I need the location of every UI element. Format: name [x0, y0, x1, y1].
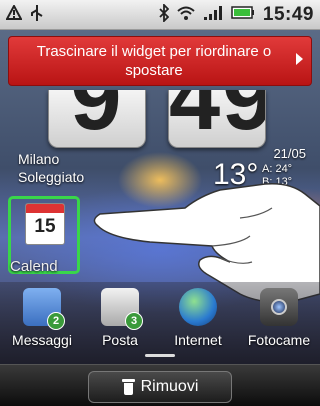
clock-hours: 9	[70, 90, 124, 148]
weather-condition: Soleggiato	[18, 169, 85, 185]
wifi-icon	[177, 5, 195, 25]
camera-icon	[260, 288, 298, 326]
weather-high: A: 24°	[262, 163, 293, 175]
bluetooth-icon	[159, 2, 170, 26]
mail-icon: 3	[101, 288, 143, 330]
weather-date: 21/05	[273, 146, 306, 161]
hint-banner: Trascinare il widget per riordinare o sp…	[8, 36, 312, 86]
bottom-bar: Rimuovi	[0, 364, 320, 406]
signal-icon	[203, 5, 223, 25]
app-fotocamera[interactable]: Fotocame	[238, 282, 320, 362]
remove-label: Rimuovi	[140, 378, 199, 395]
clock-time: 15:49	[262, 3, 314, 25]
calendar-icon: 15	[25, 203, 65, 245]
usb-icon	[30, 4, 44, 26]
calendar-label: Calend	[10, 258, 58, 275]
app-label: Posta	[102, 332, 138, 348]
calendar-day: 15	[34, 216, 56, 237]
battery-icon	[231, 6, 255, 23]
weather-location[interactable]: Milano Soleggiato	[18, 150, 84, 186]
app-internet[interactable]: Internet	[160, 282, 236, 362]
clock-minutes: 49	[169, 90, 266, 148]
flip-clock-widget[interactable]: 9 49	[48, 90, 278, 150]
arrow-right-icon	[296, 53, 303, 65]
app-label: Internet	[174, 332, 222, 348]
trash-icon	[121, 379, 135, 395]
globe-icon	[179, 288, 217, 326]
clock-hours-tile: 9	[48, 90, 146, 148]
mail-badge: 3	[125, 312, 143, 330]
app-posta[interactable]: 3 Posta	[82, 282, 158, 362]
remove-button[interactable]: Rimuovi	[88, 371, 232, 403]
hint-text: Trascinare il widget per riordinare o sp…	[36, 43, 272, 79]
app-messaggi[interactable]: 2 Messaggi	[4, 282, 80, 362]
status-bar: 15:49	[0, 0, 320, 30]
app-label: Messaggi	[12, 332, 72, 348]
messages-icon: 2	[23, 288, 65, 330]
warning-icon	[5, 3, 23, 24]
app-dock: 2 Messaggi 3 Posta Internet Fotocame	[0, 282, 320, 364]
messages-badge: 2	[47, 312, 65, 330]
weather-city: Milano	[18, 151, 60, 167]
clock-minutes-tile: 49	[168, 90, 266, 148]
page-indicator	[145, 354, 175, 357]
app-label: Fotocame	[247, 332, 311, 348]
